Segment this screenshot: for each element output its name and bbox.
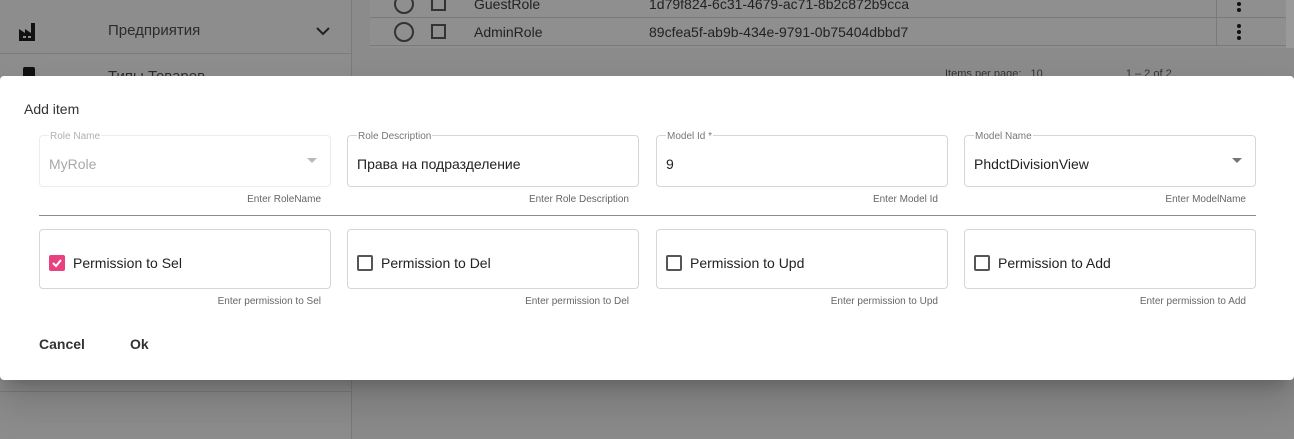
permission-del-label: Permission to Del (381, 255, 491, 271)
permission-sel-checkbox[interactable]: Permission to Sel (39, 229, 331, 289)
sidebar-item (0, 378, 352, 392)
row-checkbox[interactable] (431, 24, 446, 39)
permission-add-label: Permission to Add (998, 255, 1111, 271)
role-id-cell: 1d79f824-6c31-4679-ac71-8b2c872b9cca (649, 0, 909, 12)
model-id-field[interactable]: Model Id * 9 (656, 131, 948, 187)
permission-upd-checkbox[interactable]: Permission to Upd (656, 229, 948, 289)
role-description-field[interactable]: Role Description Права на подразделение (347, 131, 639, 187)
column-divider (1216, 18, 1217, 45)
sidebar-item-label: Предприятия (108, 22, 201, 39)
column-divider (1216, 0, 1217, 17)
dialog-title: Add item (24, 101, 80, 117)
checkbox-icon[interactable] (357, 255, 373, 271)
table-row[interactable]: GuestRole 1d79f824-6c31-4679-ac71-8b2c87… (370, 0, 1286, 18)
dropdown-arrow-icon (307, 158, 317, 163)
model-id-value: 9 (666, 156, 674, 172)
permission-upd-hint: Enter permission to Upd (830, 296, 938, 307)
model-name-label: Model Name (974, 131, 1033, 142)
checkbox-icon[interactable] (666, 255, 682, 271)
role-description-hint: Enter Role Description (528, 194, 629, 205)
permission-del-hint: Enter permission to Del (525, 296, 629, 307)
cancel-button[interactable]: Cancel (39, 336, 85, 352)
role-name-select[interactable]: Role Name MyRole (39, 131, 331, 187)
model-name-value: PhdctDivisionView (974, 156, 1089, 172)
role-id-cell: 89cfea5f-ab9b-434e-9791-0b75404dbbd7 (649, 23, 909, 40)
permission-sel-label: Permission to Sel (73, 255, 182, 271)
model-name-hint: Enter ModelName (1165, 194, 1246, 205)
permission-upd-label: Permission to Upd (690, 255, 805, 271)
sidebar-item-enterprises[interactable]: Предприятия (0, 8, 352, 54)
checkbox-icon[interactable] (974, 255, 990, 271)
role-description-value: Права на подразделение (357, 156, 521, 172)
role-name-cell: AdminRole (474, 23, 543, 40)
role-description-label: Role Description (357, 131, 433, 142)
permission-add-checkbox[interactable]: Permission to Add (964, 229, 1256, 289)
ok-button[interactable]: Ok (130, 336, 149, 352)
table-scrollbar[interactable] (1286, 0, 1294, 48)
chevron-down-icon[interactable] (314, 22, 332, 40)
factory-icon (19, 22, 35, 41)
permission-sel-hint: Enter permission to Sel (217, 296, 321, 307)
model-id-hint: Enter Model Id (872, 194, 938, 205)
row-radio[interactable] (394, 0, 414, 14)
add-item-dialog: Add item Role Name MyRole Enter RoleName… (0, 76, 1294, 380)
divider (39, 215, 1256, 216)
checkbox-checked-icon[interactable] (49, 255, 65, 271)
permission-add-hint: Enter permission to Add (1139, 296, 1246, 307)
row-checkbox[interactable] (431, 0, 446, 11)
table-row[interactable]: AdminRole 89cfea5f-ab9b-434e-9791-0b7540… (370, 18, 1286, 46)
row-radio[interactable] (394, 21, 414, 42)
role-name-cell: GuestRole (474, 0, 541, 12)
more-vert-icon[interactable] (1236, 23, 1242, 41)
role-name-label: Role Name (49, 131, 102, 142)
more-vert-icon[interactable] (1236, 0, 1242, 13)
dropdown-arrow-icon (1232, 158, 1242, 163)
permission-del-checkbox[interactable]: Permission to Del (347, 229, 639, 289)
role-name-hint: Enter RoleName (247, 194, 321, 205)
model-name-select[interactable]: Model Name PhdctDivisionView (964, 131, 1256, 187)
model-id-label: Model Id * (666, 131, 714, 142)
role-name-value: MyRole (49, 156, 97, 172)
